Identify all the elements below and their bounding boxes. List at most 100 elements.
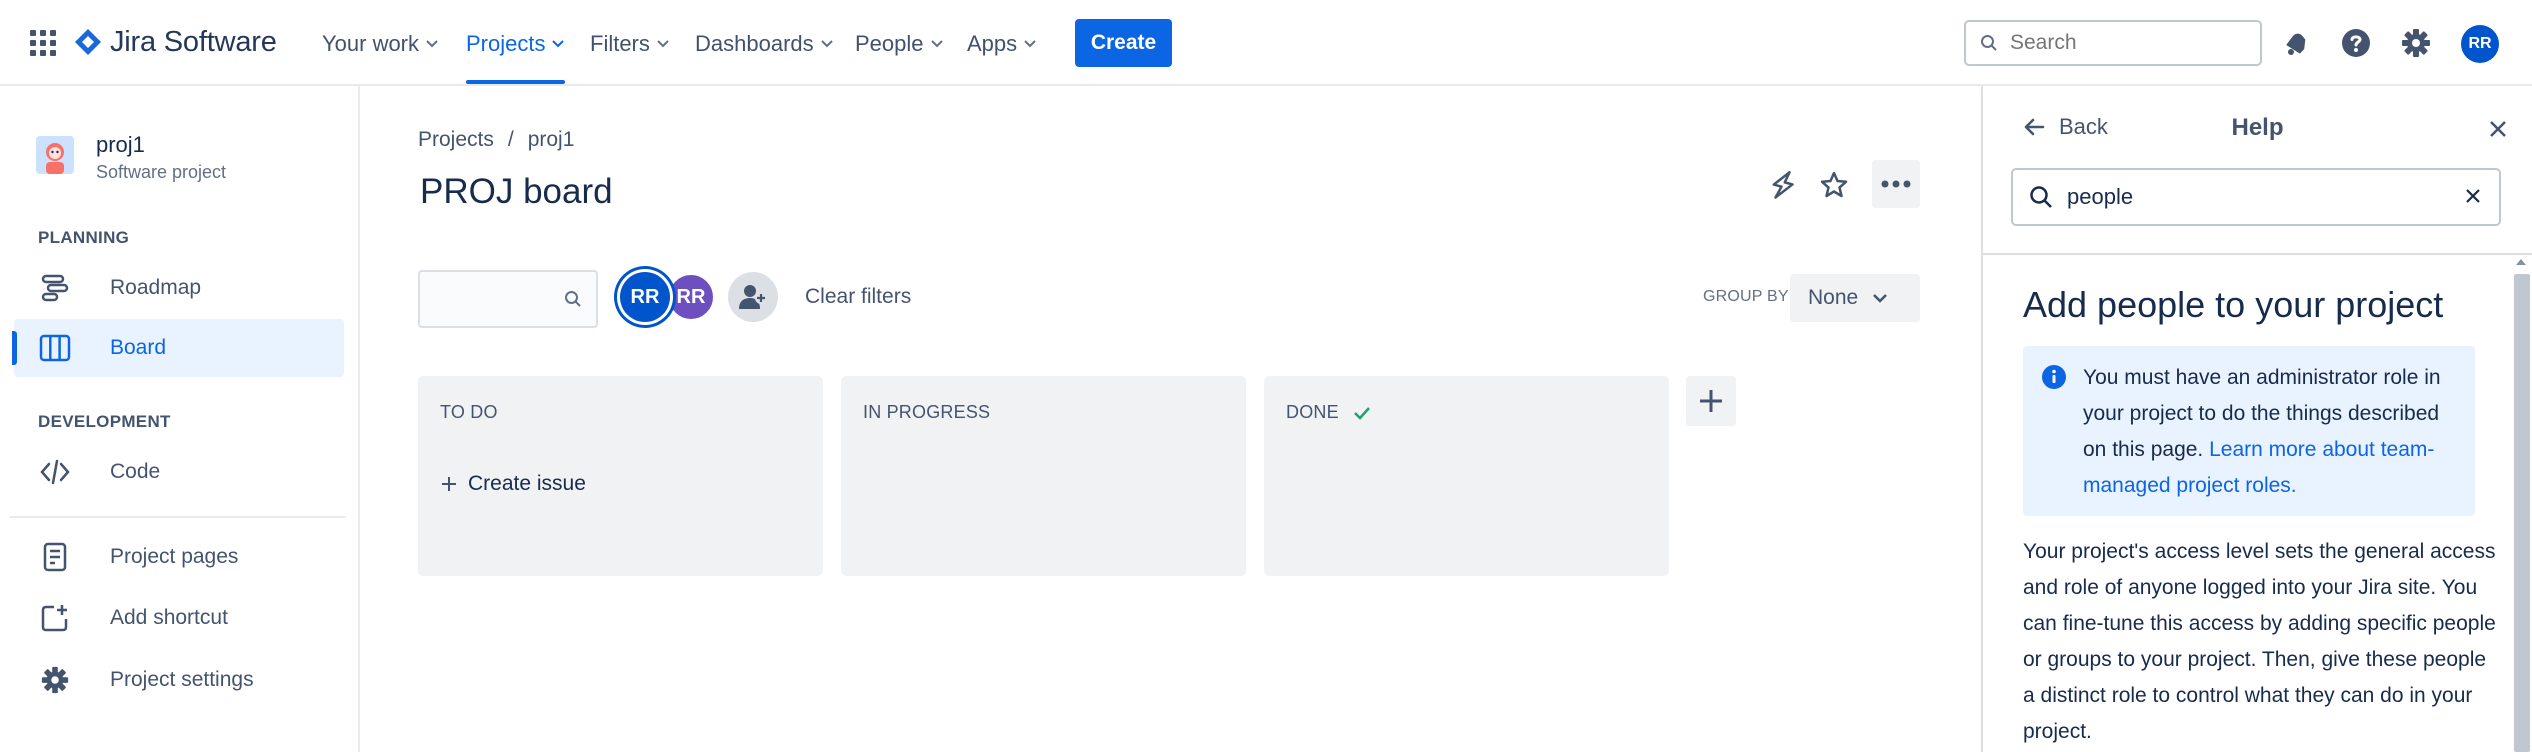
group-by-label: GROUP BY bbox=[1703, 288, 1789, 305]
add-people-icon[interactable] bbox=[728, 272, 778, 322]
column-title-text: TO DO bbox=[440, 402, 498, 422]
help-divider bbox=[1983, 253, 2532, 255]
chevron-down-icon bbox=[930, 39, 944, 49]
group-by-select[interactable]: None bbox=[1790, 274, 1920, 322]
group-by-value: None bbox=[1808, 286, 1859, 309]
project-pages-icon bbox=[38, 540, 72, 574]
nav-label: Apps bbox=[967, 31, 1018, 56]
nav-dashboards[interactable]: Dashboards bbox=[695, 28, 834, 60]
project-sidebar: proj1 Software project PLANNING Roadmap … bbox=[0, 86, 360, 752]
help-article-body: Your project's access level sets the gen… bbox=[2023, 540, 2496, 743]
nav-label: Your work bbox=[322, 31, 420, 56]
planning-section-label: PLANNING bbox=[38, 228, 130, 247]
jira-logo-icon bbox=[74, 28, 102, 56]
sidebar-item-label: Project pages bbox=[110, 545, 239, 568]
sidebar-item-roadmap[interactable]: Roadmap bbox=[14, 259, 344, 317]
add-column-button[interactable] bbox=[1686, 376, 1736, 426]
info-icon bbox=[2041, 364, 2067, 390]
clear-filters-button[interactable]: Clear filters bbox=[805, 285, 911, 309]
more-actions-icon[interactable] bbox=[1872, 160, 1920, 208]
search-icon bbox=[2029, 185, 2053, 209]
board-search-input[interactable] bbox=[418, 270, 598, 328]
column-title-text: IN PROGRESS bbox=[863, 402, 991, 422]
nav-label: People bbox=[855, 31, 924, 56]
help-icon[interactable] bbox=[2338, 25, 2374, 61]
info-text: You must have an administrator role in y… bbox=[2083, 360, 2463, 504]
chevron-down-icon bbox=[656, 39, 670, 49]
sidebar-item-label: Roadmap bbox=[110, 276, 202, 299]
help-panel: Back Help Add people to your project You… bbox=[1981, 86, 2532, 752]
project-name[interactable]: proj1 bbox=[96, 132, 145, 158]
page-title: PROJ board bbox=[420, 172, 613, 211]
sidebar-item-project-pages[interactable]: Project pages bbox=[14, 528, 344, 586]
column-title: TO DO bbox=[440, 402, 498, 423]
top-navigation: Jira Software Your work Projects Filters… bbox=[0, 0, 2532, 86]
search-icon bbox=[1980, 34, 1998, 52]
sidebar-item-label: Code bbox=[110, 460, 161, 483]
board-column-done: DONE bbox=[1264, 376, 1669, 576]
breadcrumb-project[interactable]: proj1 bbox=[528, 128, 575, 152]
create-issue-button[interactable]: Create issue bbox=[440, 472, 586, 496]
settings-gear-icon[interactable] bbox=[2398, 25, 2434, 61]
assignee-avatar-filter[interactable]: RR bbox=[666, 272, 716, 322]
sidebar-item-project-settings[interactable]: Project settings bbox=[14, 651, 344, 709]
nav-label: Projects bbox=[466, 31, 546, 56]
close-icon[interactable] bbox=[2485, 116, 2511, 142]
breadcrumb-separator: / bbox=[507, 128, 514, 151]
plus-icon bbox=[1697, 387, 1725, 415]
sidebar-item-board[interactable]: Board bbox=[12, 319, 344, 377]
help-article-heading: Add people to your project bbox=[2023, 284, 2444, 325]
chevron-down-icon bbox=[425, 39, 439, 49]
roadmap-icon bbox=[38, 271, 72, 305]
chevron-down-icon bbox=[820, 39, 834, 49]
jira-logo[interactable]: Jira Software bbox=[74, 24, 277, 60]
sidebar-item-label: Add shortcut bbox=[110, 606, 228, 629]
board-icon bbox=[38, 331, 72, 365]
help-title: Help bbox=[2231, 114, 2284, 141]
global-search[interactable] bbox=[1964, 20, 2262, 66]
help-search-input[interactable] bbox=[2067, 184, 2447, 210]
column-title-text: DONE bbox=[1286, 402, 1339, 422]
nav-projects[interactable]: Projects bbox=[466, 28, 566, 84]
project-avatar[interactable] bbox=[36, 136, 74, 174]
automation-lightning-icon[interactable] bbox=[1762, 164, 1804, 206]
checkmark-icon bbox=[1353, 406, 1371, 420]
star-icon[interactable] bbox=[1813, 164, 1855, 206]
nav-your-work[interactable]: Your work bbox=[322, 28, 439, 60]
nav-filters[interactable]: Filters bbox=[590, 28, 670, 60]
development-section-label: DEVELOPMENT bbox=[38, 412, 171, 431]
column-title: DONE bbox=[1286, 402, 1371, 423]
nav-label: Filters bbox=[590, 31, 650, 56]
notifications-icon[interactable] bbox=[2278, 25, 2314, 61]
plus-icon bbox=[440, 475, 458, 493]
breadcrumb: Projects / proj1 bbox=[418, 128, 574, 152]
column-title: IN PROGRESS bbox=[863, 402, 990, 423]
chevron-down-icon bbox=[551, 39, 565, 49]
nav-label: Dashboards bbox=[695, 31, 814, 56]
scrollbar-thumb[interactable] bbox=[2514, 274, 2530, 752]
sidebar-item-code[interactable]: Code bbox=[14, 443, 344, 501]
help-search[interactable] bbox=[2011, 168, 2501, 226]
create-issue-label: Create issue bbox=[468, 472, 586, 495]
app-switcher-icon[interactable] bbox=[28, 28, 58, 58]
user-avatar[interactable]: RR bbox=[2461, 25, 2499, 63]
breadcrumb-projects[interactable]: Projects bbox=[418, 128, 494, 152]
chevron-down-icon bbox=[1023, 39, 1037, 49]
add-shortcut-icon bbox=[38, 601, 72, 635]
sidebar-item-label: Board bbox=[110, 336, 167, 359]
chevron-down-icon bbox=[1872, 293, 1888, 303]
assignee-avatar-filter-selected[interactable]: RR bbox=[620, 272, 670, 322]
sidebar-item-add-shortcut[interactable]: Add shortcut bbox=[14, 589, 344, 647]
nav-apps[interactable]: Apps bbox=[967, 28, 1037, 60]
search-input[interactable] bbox=[2010, 31, 2230, 55]
help-scrollbar[interactable] bbox=[2509, 256, 2530, 752]
sidebar-item-label: Project settings bbox=[110, 668, 254, 691]
scroll-up-arrow-icon[interactable] bbox=[2515, 258, 2527, 266]
search-icon bbox=[564, 290, 582, 308]
gear-icon bbox=[38, 663, 72, 697]
code-icon bbox=[38, 455, 72, 489]
create-button[interactable]: Create bbox=[1075, 19, 1172, 67]
project-type: Software project bbox=[96, 162, 227, 182]
clear-search-icon[interactable] bbox=[2465, 188, 2481, 204]
nav-people[interactable]: People bbox=[855, 28, 944, 60]
